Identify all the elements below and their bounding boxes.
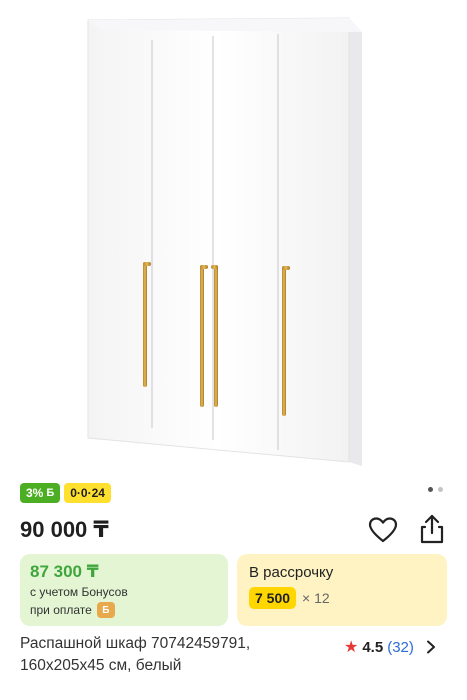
carousel-dot-active[interactable] <box>428 487 433 492</box>
bonus-caption-text: при оплате <box>30 603 92 617</box>
carousel-dot[interactable] <box>438 487 443 492</box>
installment-card[interactable]: В рассрочку 7 500 × 12 <box>237 554 447 626</box>
rating-value: 4.5 <box>362 638 384 656</box>
bonus-coin-icon: Б <box>96 602 115 618</box>
product-price: 90 000 ₸ <box>20 517 109 542</box>
bonus-caption-line2: при оплате Б <box>30 602 115 618</box>
favorite-button[interactable] <box>368 516 398 544</box>
installment-multiplier: × 12 <box>302 590 330 606</box>
carousel-dots[interactable] <box>428 487 443 492</box>
bonus-caption-line1: с учетом Бонусов <box>30 585 128 599</box>
bonus-icon: Б <box>46 487 55 499</box>
star-icon: ★ <box>344 639 359 656</box>
review-count: (32) <box>387 638 414 656</box>
bonus-badge: 3% Б <box>20 483 61 503</box>
installment-title: В рассрочку <box>249 564 334 581</box>
installment-amount: 7 500 <box>249 587 297 609</box>
product-title: Распашной шкаф 70742459791, 160x205x45 с… <box>20 635 251 674</box>
promo-badges: 3% Б 0·0·24 <box>20 483 111 503</box>
bonus-badge-label: 3% <box>26 486 44 500</box>
heart-icon <box>368 517 398 543</box>
share-icon <box>420 514 444 544</box>
product-image[interactable] <box>0 0 467 478</box>
chevron-right-icon <box>426 640 435 654</box>
rating-link[interactable]: ★ 4.5 (32) <box>344 637 436 657</box>
installment-row: 7 500 × 12 <box>249 587 330 609</box>
bonus-price: 87 300 ₸ <box>30 562 99 581</box>
bonus-price-card[interactable]: 87 300 ₸ с учетом Бонусов при оплате Б <box>20 554 228 626</box>
share-button[interactable] <box>417 513 447 545</box>
wardrobe-image <box>87 17 362 466</box>
installment-badge: 0·0·24 <box>64 483 111 503</box>
